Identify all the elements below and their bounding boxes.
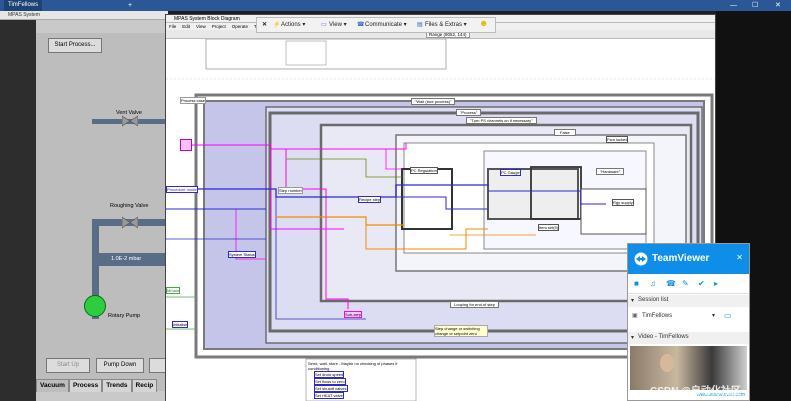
phone-icon[interactable]: ☎: [666, 279, 676, 288]
item-set-node[interactable]: Item set(5): [538, 224, 560, 231]
video-section-header[interactable]: ▾ Video - TimFellows: [628, 332, 749, 344]
tab-process[interactable]: Process: [68, 379, 103, 392]
video-section-label: Video - TimFellows: [638, 334, 689, 340]
case-selector-looping[interactable]: Looping for end of step: [450, 301, 499, 308]
tab-vacuum[interactable]: Vacuum: [36, 379, 69, 392]
initialise-terminal[interactable]: Initialise: [172, 321, 189, 328]
teamviewer-title-bar: TimFellows + — ☐ ✕: [0, 0, 791, 11]
roughing-valve-icon[interactable]: [121, 216, 139, 229]
case-selector-turn-on[interactable]: "Turn PS channels on if necessary": [466, 117, 537, 124]
menu-view[interactable]: View: [196, 24, 206, 29]
screen-icon[interactable]: ▭: [724, 311, 732, 320]
session-item[interactable]: ▣ TimFellows ▾ ▭: [628, 310, 749, 324]
session-tab-label: TimFellows: [8, 2, 39, 8]
communicate-icon: ☎: [357, 22, 365, 28]
collapse-chevron-icon: ▾: [631, 298, 635, 304]
fsm-locked-node[interactable]: Fsm locked: [606, 136, 629, 143]
sub-step-node[interactable]: Sub-step: [344, 311, 363, 318]
headset-icon[interactable]: ♫: [650, 279, 656, 288]
panel-close-icon[interactable]: ✕: [736, 253, 743, 262]
chat-icon[interactable]: ✎: [682, 279, 689, 288]
tab-recip[interactable]: Recip: [131, 379, 158, 392]
start-up-button[interactable]: Start Up: [46, 358, 90, 373]
files-icon: ▤: [417, 22, 423, 28]
monitor-icon: ▣: [632, 313, 638, 319]
procedure-model-terminal[interactable]: Procedure model: [166, 186, 199, 193]
roughing-valve-label: Roughing Valve: [110, 203, 149, 209]
rotary-pump-label: Rotary Pump: [108, 313, 141, 319]
session-dropdown-icon[interactable]: ▾: [712, 312, 715, 319]
webcam-person: [660, 354, 674, 372]
mmain-terminal[interactable]: Mmain: [166, 287, 181, 294]
more-icon[interactable]: ▸: [714, 279, 718, 288]
menu-operate[interactable]: Operate: [232, 24, 248, 29]
case-selector-hardware[interactable]: "Hardware": [596, 168, 625, 175]
video-icon[interactable]: ■: [634, 279, 639, 288]
watermark-text-2: CSDN @自动化社区: [650, 386, 741, 397]
pink-terminal[interactable]: [180, 139, 192, 151]
set-flows-node[interactable]: Set flows to zero: [314, 378, 346, 385]
front-panel-window: MPAS System Start Process... Vent Valve …: [0, 11, 168, 401]
close-button[interactable]: ✕: [775, 0, 781, 11]
maximize-button[interactable]: ☐: [752, 0, 758, 11]
menu-edit[interactable]: Edit: [182, 24, 190, 29]
vent-valve-icon[interactable]: [121, 115, 139, 127]
view-icon: ▭: [321, 22, 327, 28]
files-panel-icon[interactable]: ✔: [698, 279, 705, 288]
set-heat-node[interactable]: Set HEAT valve: [314, 392, 344, 399]
teamviewer-remote-toolbar: ✕ ⚡ Actions ▾ ▭ View ▾ ☎ Communicate ▾ ▤…: [256, 17, 496, 33]
session-list-label: Session list: [638, 297, 669, 303]
rgy-supply-node[interactable]: Rgy supply: [612, 199, 634, 206]
panel-tool-row: ■ ♫ ☎ ✎ ✔ ▸: [628, 274, 749, 294]
front-panel-title: MPAS System: [0, 11, 168, 20]
vacuum-panel: Start Process... Vent Valve Roughing Val…: [36, 33, 168, 379]
pc-regulation-node[interactable]: PC Regulation: [410, 167, 438, 174]
case-selector-false[interactable]: False: [554, 129, 576, 136]
recipe-step-node[interactable]: Recipe step: [358, 196, 382, 203]
toolbar-close-button[interactable]: ✕: [262, 20, 267, 31]
teamviewer-brand: TeamViewer: [652, 253, 710, 264]
set-drum-node[interactable]: Set drum speed: [314, 371, 345, 378]
rotary-pump-icon[interactable]: [84, 295, 106, 317]
smiley-icon[interactable]: ☻: [479, 18, 488, 29]
tab-trends[interactable]: Trends: [102, 379, 132, 392]
pressure-readout: 1.0E-2 mbar: [99, 253, 168, 266]
actions-icon: ⚡: [273, 22, 281, 28]
teamviewer-panel-header: TeamViewer ✕: [628, 244, 749, 274]
case-selector-wait[interactable]: "Wait (true process)": [411, 98, 456, 105]
case-selector-process[interactable]: "Process": [456, 109, 482, 116]
session-tab[interactable]: TimFellows: [4, 0, 43, 11]
panel-left-edge: [0, 20, 36, 401]
watermark-text: 公众号 · 合: [520, 362, 579, 376]
add-tab-button[interactable]: +: [128, 0, 132, 11]
send-wait-note: Send, wait, store - Maybe no checking of…: [308, 361, 398, 371]
teamviewer-side-panel: TeamViewer ✕ ■ ♫ ☎ ✎ ✔ ▸ ▾ Session list …: [627, 243, 750, 401]
menu-project[interactable]: Project: [212, 24, 226, 29]
set-shutoff-node[interactable]: Set shutoff valves: [314, 385, 348, 392]
files-extras-menu[interactable]: Files & Extras ▾: [425, 20, 467, 31]
process-case-label: Process case: [180, 97, 207, 104]
menu-file[interactable]: File: [169, 24, 176, 29]
video-chevron-icon: ▾: [631, 335, 635, 341]
teamviewer-logo-icon: [634, 252, 648, 266]
view-menu[interactable]: View ▾: [329, 20, 347, 31]
session-item-label: TimFellows: [642, 313, 673, 319]
panel-tab-bar: Vacuum Process Trends Recip: [36, 379, 168, 392]
pump-down-button[interactable]: Pump Down: [96, 358, 144, 373]
step-number-node[interactable]: Step number: [278, 187, 303, 194]
session-list-header[interactable]: ▾ Session list: [628, 295, 749, 307]
system-status-terminal[interactable]: System Status: [228, 251, 256, 258]
minimize-button[interactable]: —: [730, 0, 737, 11]
communicate-menu[interactable]: Communicate ▾: [365, 20, 407, 31]
actions-menu[interactable]: Actions ▾: [281, 20, 305, 31]
pc-gauge-node[interactable]: PC Gauge: [500, 169, 521, 176]
start-process-button[interactable]: Start Process...: [48, 38, 102, 53]
step-change-comment: Step change or switching change or setpo…: [434, 325, 488, 337]
